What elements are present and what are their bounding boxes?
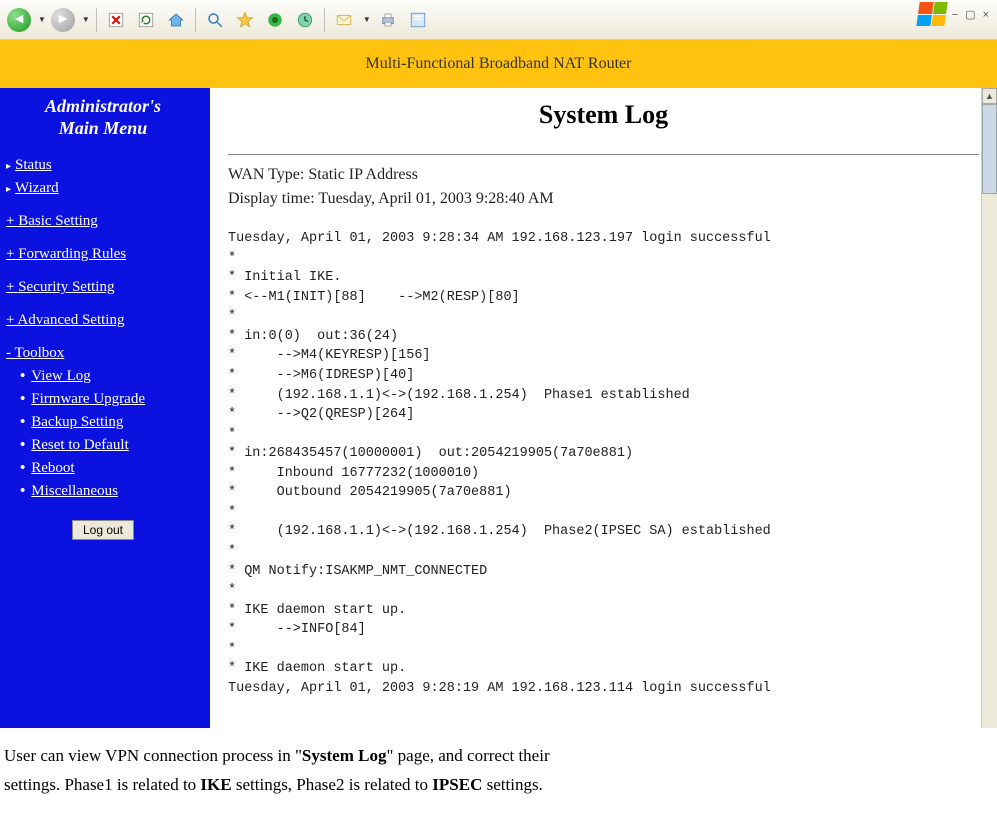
page-title: System Log [228,100,979,130]
menu-backup-setting[interactable]: Backup Setting [31,414,123,430]
print-button[interactable] [375,7,401,33]
logout-button[interactable]: Log out [72,520,134,540]
back-dropdown-icon[interactable]: ▼ [38,15,46,24]
menu-forwarding-rules[interactable]: + Forwarding Rules [6,246,126,262]
menu-reboot[interactable]: Reboot [31,460,74,476]
mail-dropdown-icon[interactable]: ▼ [363,15,371,24]
sidebar: Administrator's Main Menu Status Wizard … [0,88,210,728]
window-controls[interactable]: − ▢ × [952,8,991,21]
caption-text: settings. [482,775,542,794]
menu-wizard[interactable]: Wizard [15,180,59,196]
separator [96,8,97,32]
history-button[interactable] [292,7,318,33]
browser-toolbar: ◄ ▼ ► ▼ ▼ − ▢ × [0,0,997,40]
refresh-button[interactable] [133,7,159,33]
home-button[interactable] [163,7,189,33]
sidebar-heading-line1: Administrator's [45,96,161,116]
menu-view-log[interactable]: View Log [31,368,91,384]
search-button[interactable] [202,7,228,33]
caption-text: " page, and correct their [386,746,549,765]
caption-text: settings. Phase1 is related to [4,775,200,794]
caption-bold-systemlog: System Log [302,746,387,765]
menu: Status Wizard + Basic Setting + Forwardi… [6,157,200,500]
separator [195,8,196,32]
caption-bold-ike: IKE [200,775,231,794]
edit-button[interactable] [405,7,431,33]
log-output: Tuesday, April 01, 2003 9:28:34 AM 192.1… [228,229,979,699]
menu-basic-setting[interactable]: + Basic Setting [6,213,98,229]
caption: User can view VPN connection process in … [0,728,997,820]
caption-bold-ipsec: IPSEC [432,775,482,794]
display-time-line: Display time: Tuesday, April 01, 2003 9:… [228,187,979,211]
menu-miscellaneous[interactable]: Miscellaneous [31,483,118,499]
scroll-up-icon[interactable]: ▲ [982,88,997,104]
media-button[interactable] [262,7,288,33]
menu-toolbox[interactable]: - Toolbox [6,345,64,361]
scroll-thumb[interactable] [982,104,997,194]
stop-button[interactable] [103,7,129,33]
caption-text: User can view VPN connection process in … [4,746,302,765]
caption-text: settings, Phase2 is related to [232,775,433,794]
forward-button[interactable]: ► [50,7,76,33]
banner: Multi-Functional Broadband NAT Router [0,40,997,88]
meta-block: WAN Type: Static IP Address Display time… [228,163,979,211]
windows-flag-icon [916,2,947,26]
back-button[interactable]: ◄ [6,7,32,33]
wan-type-line: WAN Type: Static IP Address [228,163,979,187]
sidebar-heading: Administrator's Main Menu [6,96,200,139]
banner-title: Multi-Functional Broadband NAT Router [366,55,632,73]
forward-dropdown-icon[interactable]: ▼ [82,15,90,24]
separator [324,8,325,32]
menu-firmware-upgrade[interactable]: Firmware Upgrade [31,391,145,407]
menu-security-setting[interactable]: + Security Setting [6,279,114,295]
favorites-button[interactable] [232,7,258,33]
window-logo-area: − ▢ × [918,2,991,26]
main-area: Administrator's Main Menu Status Wizard … [0,88,997,728]
divider [228,154,979,155]
menu-advanced-setting[interactable]: + Advanced Setting [6,312,124,328]
mail-button[interactable] [331,7,357,33]
menu-status[interactable]: Status [15,157,52,173]
scrollbar[interactable]: ▲ [981,88,997,728]
content: System Log WAN Type: Static IP Address D… [210,88,997,728]
menu-reset-default[interactable]: Reset to Default [31,437,128,453]
sidebar-heading-line2: Main Menu [59,118,148,138]
